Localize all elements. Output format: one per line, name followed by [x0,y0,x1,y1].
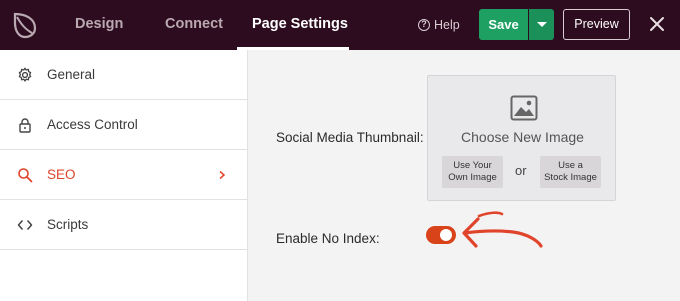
use-stock-image-line1: Use a [558,160,583,171]
sidebar-item-label: Scripts [47,217,89,232]
tab-connect[interactable]: Connect [165,0,223,50]
use-own-image-button[interactable]: Use Your Own Image [442,156,503,188]
toggle-knob [440,229,452,241]
search-icon [18,168,33,183]
tab-page-settings[interactable]: Page Settings [252,0,348,50]
use-own-image-line2: Own Image [448,172,497,183]
gear-icon [18,67,32,82]
social-thumbnail-label: Social Media Thumbnail: [276,130,424,145]
image-icon [510,95,538,121]
sidebar-item-label: SEO [47,167,76,182]
use-stock-image-button[interactable]: Use a Stock Image [540,156,601,188]
active-tab-indicator [237,47,349,50]
seedprod-logo-icon[interactable] [12,11,38,39]
chevron-right-icon [219,170,226,180]
help-label: Help [434,18,460,32]
sidebar-item-seo[interactable]: SEO [0,150,247,200]
choose-new-image-text[interactable]: Choose New Image [428,129,617,145]
use-own-image-line1: Use Your [453,160,492,171]
save-options-dropdown[interactable] [529,9,554,40]
preview-button[interactable]: Preview [563,9,630,40]
sidebar-item-general[interactable]: General [0,50,247,100]
top-bar: Design Connect Page Settings ? Help Save… [0,0,680,50]
help-link[interactable]: ? Help [418,16,460,34]
close-icon[interactable] [648,15,666,33]
tab-design[interactable]: Design [75,0,123,50]
sidebar-item-access-control[interactable]: Access Control [0,100,247,150]
or-separator: or [515,163,527,178]
sidebar-item-label: Access Control [47,117,138,132]
settings-sidebar: General Access Control SEO Scripts [0,50,248,301]
save-button[interactable]: Save [479,9,528,40]
enable-no-index-label: Enable No Index: [276,231,380,246]
social-thumbnail-picker[interactable]: Choose New Image Use Your Own Image or U… [427,75,616,201]
use-stock-image-line2: Stock Image [544,172,597,183]
enable-no-index-toggle[interactable] [426,226,456,244]
sidebar-item-label: General [47,67,96,82]
code-icon [17,220,33,230]
annotation-arrow-icon [462,211,543,248]
question-icon: ? [418,19,430,31]
lock-icon [19,118,31,133]
sidebar-item-scripts[interactable]: Scripts [0,200,247,250]
